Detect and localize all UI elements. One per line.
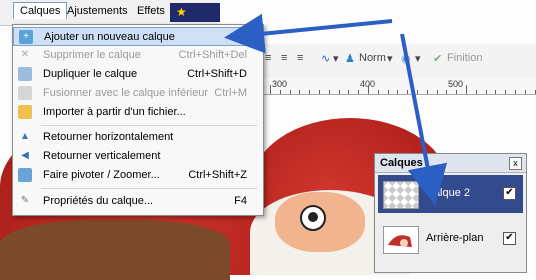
menu-item-label: Faire pivoter / Zoomer... [43, 169, 160, 181]
rotate-zoom-icon [18, 168, 32, 182]
layer-visibility-checkbox[interactable]: ✔ [503, 232, 516, 245]
ruler-tick [279, 90, 281, 94]
globe-icon[interactable]: ◉ [401, 52, 411, 65]
ruler-tick [485, 90, 487, 94]
menu-item-label: Fusionner avec le calque inférieur [43, 87, 209, 99]
menu-item-label: Retourner verticalement [43, 150, 161, 162]
ruler-tick [387, 90, 389, 94]
menu-item-label: Retourner horizontalement [43, 131, 174, 143]
layers-panel: Calques x Calque 2 ✔ Arrière-plan ✔ [374, 153, 527, 273]
ruler-tick [446, 90, 448, 94]
ruler-tick [270, 85, 271, 94]
santa-thumbnail-icon [388, 235, 412, 247]
menu-item-label: Ajouter un nouveau calque [44, 31, 175, 43]
ruler-tick [309, 90, 311, 94]
ruler-tick [338, 90, 340, 94]
ruler-tick [328, 90, 330, 94]
ruler-tick [289, 90, 291, 94]
layer-thumbnail [383, 181, 419, 209]
ruler-tick [505, 90, 507, 94]
menu-item-flip-horizontal[interactable]: ▲ Retourner horizontalement [13, 128, 261, 147]
layer-properties-icon: ✎ [20, 195, 30, 206]
chevron-down-icon[interactable]: ▾ [387, 52, 393, 65]
layers-panel-titlebar[interactable]: Calques x [375, 154, 526, 173]
ruler-mark: 300 [272, 79, 288, 89]
menu-item-shortcut: Ctrl+M [214, 87, 247, 99]
menu-separator [41, 125, 257, 126]
menu-item-duplicate-layer[interactable]: Dupliquer le calque Ctrl+Shift+D [13, 65, 261, 84]
layer-thumbnail [383, 226, 419, 254]
ruler-tick [407, 90, 409, 94]
menu-item-add-layer[interactable]: + Ajouter un nouveau calque [13, 27, 261, 46]
blend-mode-select[interactable]: Norm [359, 52, 386, 64]
bucket-icon[interactable]: ♟ [345, 52, 355, 65]
menu-item-flip-vertical[interactable]: ◀ Retourner verticalement [13, 147, 261, 166]
toolbar: ≡ ≡ ≡ ∿ ▾ ♟ Norm ▾ ◉ ▾ ✔ Finition [255, 44, 536, 79]
ruler-tick [319, 90, 320, 94]
ruler-tick [515, 90, 516, 94]
layer-row-calque-2[interactable]: Calque 2 ✔ [378, 175, 523, 213]
menu-item-shortcut: Ctrl+Shift+D [187, 68, 247, 80]
ruler-tick [426, 90, 428, 94]
layer-name: Calque 2 [426, 187, 471, 199]
chevron-down-icon[interactable]: ▾ [333, 52, 339, 65]
menu-item-label: Supprimer le calque [43, 49, 141, 61]
flip-horizontal-icon: ▲ [20, 131, 30, 142]
menu-item-merge-layer[interactable]: Fusionner avec le calque inférieur Ctrl+… [13, 84, 261, 103]
layer-visibility-checkbox[interactable]: ✔ [503, 187, 516, 200]
layer-name: Arrière-plan [426, 232, 484, 244]
ruler-tick [534, 90, 536, 94]
horizontal-ruler: 300 400 500 [260, 78, 536, 95]
delete-layer-icon: ✕ [20, 49, 30, 60]
align-center-icon[interactable]: ≡ [281, 52, 287, 64]
ruler-tick [368, 85, 369, 94]
merge-layer-icon [18, 86, 32, 100]
calques-dropdown-menu: + Ajouter un nouveau calque ✕ Supprimer … [12, 24, 264, 216]
ruler-tick [299, 90, 301, 94]
ruler-tick [495, 90, 497, 94]
menu-bar: Calques Ajustements Effets ★ [0, 0, 220, 26]
santa-pupil [308, 212, 318, 222]
menu-item-label: Importer à partir d'un fichier... [43, 106, 186, 118]
menu-item-shortcut: Ctrl+Shift+Z [188, 169, 247, 181]
menu-effets[interactable]: Effets [137, 5, 165, 17]
checkmark-icon: ✔ [433, 53, 443, 65]
flip-vertical-icon: ◀ [21, 150, 29, 161]
ruler-tick [358, 90, 360, 94]
ruler-mark: 500 [448, 79, 464, 89]
layers-panel-title: Calques [380, 157, 423, 169]
ruler-tick [348, 90, 350, 94]
menu-item-layer-properties[interactable]: ✎ Propriétés du calque... F4 [13, 192, 261, 211]
menu-item-label: Propriétés du calque... [43, 195, 154, 207]
menu-item-label: Dupliquer le calque [43, 68, 138, 80]
menu-extras[interactable]: ★ [170, 3, 220, 22]
ruler-tick [466, 85, 467, 94]
curve-tool-icon[interactable]: ∿ [321, 52, 330, 65]
ruler-tick [397, 90, 399, 94]
chevron-down-icon[interactable]: ▾ [415, 52, 421, 65]
ruler-tick [475, 90, 477, 94]
ruler-tick [417, 90, 418, 94]
menu-separator [41, 188, 257, 189]
align-left-icon[interactable]: ≡ [265, 52, 271, 64]
menu-calques[interactable]: Calques [13, 2, 68, 19]
close-icon[interactable]: x [509, 157, 522, 170]
finition-button[interactable]: Finition [447, 52, 482, 64]
duplicate-layer-icon [18, 67, 32, 81]
menu-item-delete-layer[interactable]: ✕ Supprimer le calque Ctrl+Shift+Del [13, 46, 261, 65]
menu-item-import-file[interactable]: Importer à partir d'un fichier... [13, 103, 261, 122]
align-right-icon[interactable]: ≡ [297, 52, 303, 64]
ruler-tick [456, 90, 458, 94]
import-file-icon [18, 105, 32, 119]
add-layer-icon: + [19, 30, 33, 44]
menu-item-shortcut: Ctrl+Shift+Del [178, 49, 247, 61]
santa-sack [0, 220, 230, 280]
menu-ajustements[interactable]: Ajustements [67, 5, 128, 17]
ruler-tick [436, 90, 438, 94]
menu-item-rotate-zoom[interactable]: Faire pivoter / Zoomer... Ctrl+Shift+Z [13, 166, 261, 185]
ruler-tick [377, 90, 379, 94]
ruler-tick [524, 90, 526, 94]
menu-item-shortcut: F4 [234, 195, 247, 207]
layer-row-arriere-plan[interactable]: Arrière-plan ✔ [378, 220, 523, 258]
